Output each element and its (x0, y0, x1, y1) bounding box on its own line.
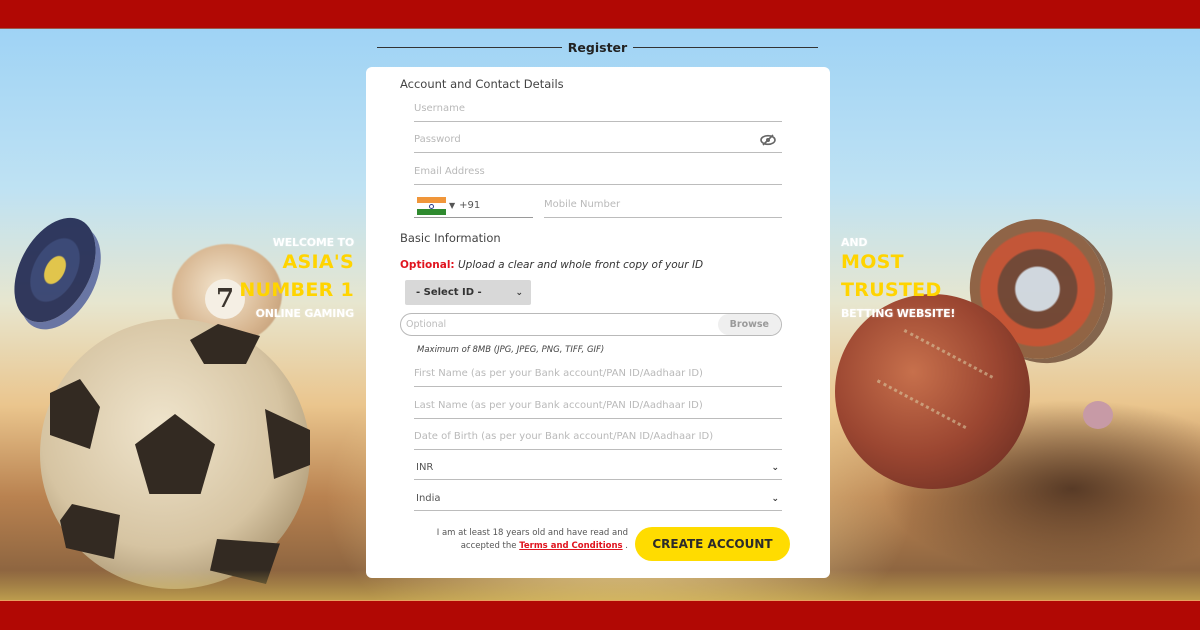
mobile-number-field[interactable] (544, 192, 782, 218)
chevron-down-icon: ⌄ (771, 462, 779, 473)
page-title: Register (567, 39, 628, 55)
id-file-upload[interactable]: Optional Browse (400, 313, 782, 336)
promo-right-line2: MOST (841, 251, 904, 273)
email-field[interactable] (414, 159, 782, 185)
promo-left-line1: WELCOME TO (272, 236, 354, 249)
india-flag-icon (417, 196, 446, 215)
bottom-bar (0, 600, 1200, 630)
promo-right-line4: BETTING WEBSITE! (841, 307, 956, 320)
currency-select[interactable]: INR ⌄ (414, 456, 782, 480)
username-input[interactable] (414, 96, 782, 121)
eye-slash-icon[interactable] (760, 134, 776, 146)
age-consent-text: I am at least 18 years old and have read… (436, 527, 628, 553)
promo-right-line1: AND (841, 236, 868, 249)
basic-info-heading: Basic Information (400, 231, 501, 245)
last-name-field[interactable] (414, 393, 782, 419)
password-field[interactable] (414, 127, 782, 153)
registration-form: Account and Contact Details ▼ +91 Basic … (366, 67, 830, 578)
register-heading: Register (377, 38, 818, 56)
promo-left-line4: ONLINE GAMING (255, 307, 355, 320)
currency-value: INR (416, 462, 434, 473)
last-name-input[interactable] (414, 393, 782, 418)
soccer-ball-image (40, 319, 310, 589)
id-type-value: - Select ID - (416, 287, 482, 298)
first-name-input[interactable] (414, 361, 782, 386)
first-name-field[interactable] (414, 361, 782, 387)
optional-message: Upload a clear and whole front copy of y… (457, 259, 704, 271)
mobile-number-input[interactable] (544, 192, 782, 217)
top-bar (0, 0, 1200, 29)
country-select[interactable]: India ⌄ (414, 487, 782, 511)
consent-end: . (625, 541, 628, 551)
dial-code: +91 (459, 200, 481, 211)
optional-label: Optional: (400, 259, 455, 271)
casino-chip-image (0, 204, 113, 336)
promo-left-line2: ASIA'S (282, 251, 354, 273)
upload-placeholder: Optional (406, 319, 447, 330)
promo-left: WELCOME TO ASIA'S NUMBER 1 ONLINE GAMING (239, 237, 354, 319)
chevron-down-icon: ⌄ (771, 493, 779, 504)
email-input[interactable] (414, 159, 782, 184)
caret-down-icon: ▼ (449, 201, 456, 210)
promo-right-line3: TRUSTED (841, 279, 942, 301)
chevron-down-icon: ⌄ (515, 287, 523, 298)
country-code-selector[interactable]: ▼ +91 (414, 194, 533, 218)
dob-input[interactable] (414, 424, 782, 449)
id-upload-instruction: Optional: Upload a clear and whole front… (400, 259, 703, 271)
password-input[interactable] (414, 127, 782, 152)
heading-divider-left (377, 46, 562, 48)
jockey-image (1083, 401, 1113, 429)
terms-link[interactable]: Terms and Conditions (519, 541, 622, 551)
heading-divider-right (633, 46, 818, 48)
country-value: India (416, 493, 441, 504)
browse-button[interactable]: Browse (717, 314, 781, 335)
promo-left-line3: NUMBER 1 (239, 279, 354, 301)
account-section-heading: Account and Contact Details (400, 77, 564, 91)
promo-right: AND MOST TRUSTED BETTING WEBSITE! (841, 237, 955, 319)
file-size-note: Maximum of 8MB (JPG, JPEG, PNG, TIFF, GI… (417, 345, 605, 355)
username-field[interactable] (414, 96, 782, 122)
id-type-select[interactable]: - Select ID - ⌄ (405, 280, 531, 305)
create-account-button[interactable]: CREATE ACCOUNT (635, 527, 790, 561)
dob-field[interactable] (414, 424, 782, 450)
